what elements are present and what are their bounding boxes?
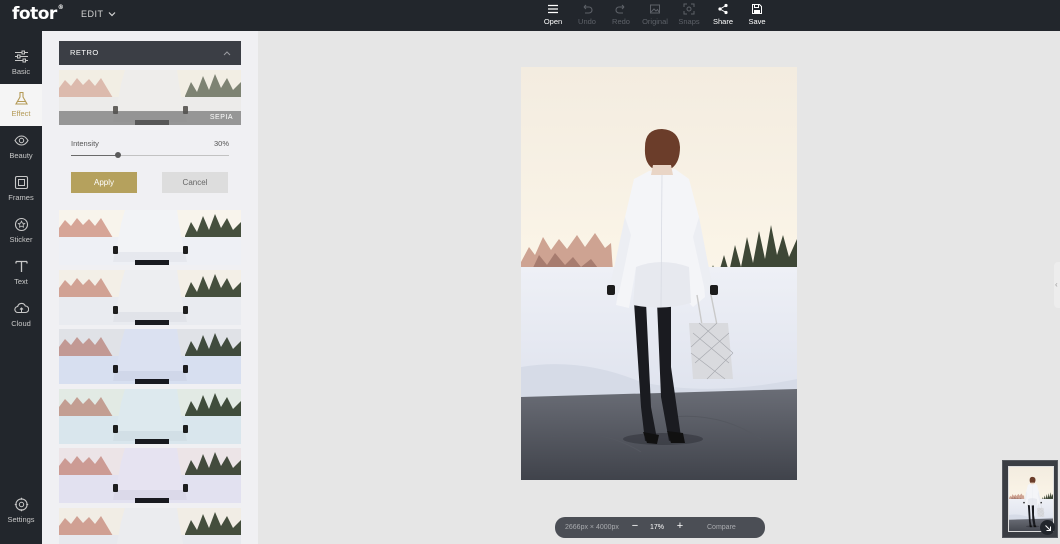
- edit-menu-label: EDIT: [81, 9, 104, 19]
- sidebar-item-label: Beauty: [9, 151, 33, 160]
- intensity-label: Intensity: [71, 139, 99, 148]
- logo-text: fotor: [12, 4, 57, 24]
- sidebar-item-label: Sticker: [9, 235, 33, 244]
- category-title: RETRO: [70, 48, 99, 57]
- filter-thumbnail[interactable]: [59, 329, 241, 384]
- navigator-minimap[interactable]: [1002, 460, 1058, 538]
- fotor-logo[interactable]: fotor®: [12, 4, 64, 24]
- intensity-value: 30%: [213, 139, 229, 148]
- chevron-up-icon: [223, 51, 231, 56]
- original-icon: [650, 4, 660, 14]
- save-button[interactable]: Save: [740, 3, 774, 29]
- original-label: Original: [642, 17, 668, 26]
- sidebar-item-label: Basic: [11, 67, 31, 76]
- main-photo: [521, 67, 797, 480]
- filter-thumbnail[interactable]: [59, 269, 241, 325]
- apply-button[interactable]: Apply: [71, 172, 137, 193]
- share-icon: [718, 3, 728, 15]
- sidebar-item-settings[interactable]: Settings: [0, 490, 42, 532]
- flask-icon: [14, 91, 28, 105]
- save-label: Save: [748, 17, 766, 26]
- cancel-button[interactable]: Cancel: [162, 172, 228, 193]
- sidebar-item-cloud[interactable]: Cloud: [0, 294, 42, 336]
- undo-icon: [583, 4, 593, 14]
- save-icon: [752, 4, 762, 14]
- menu-icon: [548, 4, 558, 14]
- chevron-left-icon: ‹: [1055, 280, 1058, 289]
- toolbar: Open Undo Redo Original Snaps Share Save: [536, 3, 774, 29]
- sliders-icon: [14, 50, 28, 63]
- image-dimensions: 2666px × 4000px: [565, 524, 619, 531]
- arrow-diagonal-icon: [1044, 524, 1051, 531]
- sidebar-item-sticker[interactable]: Sticker: [0, 210, 42, 252]
- effect-name: SEPIA: [59, 111, 241, 125]
- top-bar: fotor® EDIT Open Undo Redo Original Snap…: [0, 0, 1060, 31]
- left-nav: Basic Effect Beauty Frames Sticker Text …: [0, 31, 42, 544]
- text-icon: [14, 260, 28, 272]
- compare-button[interactable]: Compare: [707, 524, 736, 531]
- redo-button[interactable]: Redo: [604, 3, 638, 29]
- effect-panel: RETRO SEPIA Intensity 30% Apply Cancel: [42, 31, 258, 544]
- collapse-minimap-button[interactable]: [1040, 520, 1055, 535]
- sidebar-item-beauty[interactable]: Beauty: [0, 126, 42, 168]
- zoom-out-button[interactable]: −: [629, 520, 641, 534]
- redo-icon: [615, 4, 625, 14]
- sticker-icon: [14, 217, 28, 232]
- undo-button[interactable]: Undo: [570, 3, 604, 29]
- edit-menu[interactable]: EDIT: [81, 9, 116, 19]
- filter-preview-image: [59, 388, 241, 444]
- sidebar-item-label: Cloud: [11, 319, 31, 328]
- cloud-icon: [13, 302, 29, 314]
- intensity-slider[interactable]: [71, 152, 229, 158]
- snaps-label: Snaps: [678, 17, 700, 26]
- settings-label: Settings: [7, 515, 35, 524]
- logo-mark: ®: [57, 4, 64, 11]
- filter-preview-image: [59, 269, 241, 325]
- sidebar-item-label: Frames: [8, 193, 34, 202]
- undo-label: Undo: [578, 17, 596, 26]
- gear-icon: [14, 497, 28, 512]
- filter-preview-image: [59, 448, 241, 503]
- open-label: Open: [543, 17, 563, 26]
- share-button[interactable]: Share: [706, 3, 740, 29]
- frame-icon: [14, 175, 28, 190]
- sidebar-item-effect[interactable]: Effect: [0, 84, 42, 126]
- filter-preview-image: [59, 507, 241, 544]
- filter-thumbnail[interactable]: [59, 448, 241, 503]
- retro-category-header[interactable]: RETRO: [59, 41, 241, 65]
- sidebar-item-label: Text: [14, 277, 28, 286]
- original-button[interactable]: Original: [638, 3, 672, 29]
- zoom-level: 17%: [650, 524, 665, 531]
- zoom-in-button[interactable]: +: [674, 520, 686, 534]
- selected-effect-thumbnail[interactable]: SEPIA: [59, 70, 241, 125]
- filter-thumbnail[interactable]: [59, 388, 241, 444]
- share-label: Share: [712, 17, 733, 26]
- zoom-bar: 2666px × 4000px − 17% + Compare: [555, 517, 765, 538]
- filter-thumbnail[interactable]: [59, 210, 241, 265]
- eye-icon: [13, 135, 29, 146]
- sidebar-item-frames[interactable]: Frames: [0, 168, 42, 210]
- open-button[interactable]: Open: [536, 3, 570, 29]
- right-panel-toggle[interactable]: ‹: [1054, 262, 1060, 308]
- filter-thumbnail[interactable]: [59, 507, 241, 544]
- filter-preview-image: [59, 329, 241, 384]
- slider-handle[interactable]: [115, 152, 122, 158]
- sidebar-item-basic[interactable]: Basic: [0, 42, 42, 84]
- snapshot-icon: [683, 3, 695, 15]
- snaps-button[interactable]: Snaps: [672, 3, 706, 29]
- slider-fill: [71, 155, 119, 156]
- sidebar-item-text[interactable]: Text: [0, 252, 42, 294]
- filter-preview-image: [59, 210, 241, 265]
- sidebar-item-label: Effect: [11, 109, 31, 118]
- chevron-down-icon: [108, 12, 115, 17]
- redo-label: Redo: [612, 17, 630, 26]
